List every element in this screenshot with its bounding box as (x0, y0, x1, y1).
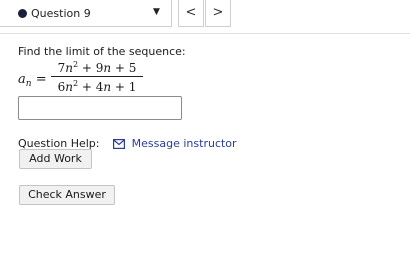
sequence-subscript: n (25, 79, 32, 89)
question-selector-dropdown[interactable]: Question 9 ▼ (0, 0, 172, 27)
header-divider (0, 33, 410, 34)
sequence-variable: a (18, 72, 26, 87)
fraction-numerator: 7n2 + 9n + 5 (57, 60, 137, 75)
sequence-fraction: 7n2 + 9n + 5 6n2 + 4n + 1 (51, 60, 143, 94)
fraction-bar (51, 76, 143, 77)
equals-sign: = (35, 72, 47, 87)
add-work-button[interactable]: Add Work (19, 149, 92, 169)
message-instructor-link[interactable]: Message instructor (132, 137, 237, 150)
question-help-row: Question Help: Message instructor (18, 133, 237, 150)
previous-question-button[interactable]: < (178, 0, 204, 27)
answer-input[interactable] (18, 96, 182, 120)
next-question-button[interactable]: > (205, 0, 231, 27)
sequence-lhs: an = (18, 72, 47, 89)
chevron-left-icon: < (185, 5, 197, 20)
question-status-dot-icon (18, 9, 27, 18)
chevron-right-icon: > (212, 5, 224, 20)
envelope-icon (112, 138, 125, 149)
question-selector-label: Question 9 (31, 7, 91, 20)
fraction-denominator: 6n2 + 4n + 1 (57, 79, 137, 94)
question-nav-bar: Question 9 ▼ < > (0, 0, 410, 28)
question-prompt: Find the limit of the sequence: (18, 45, 186, 58)
check-answer-button[interactable]: Check Answer (19, 185, 115, 205)
chevron-down-icon: ▼ (153, 7, 160, 17)
